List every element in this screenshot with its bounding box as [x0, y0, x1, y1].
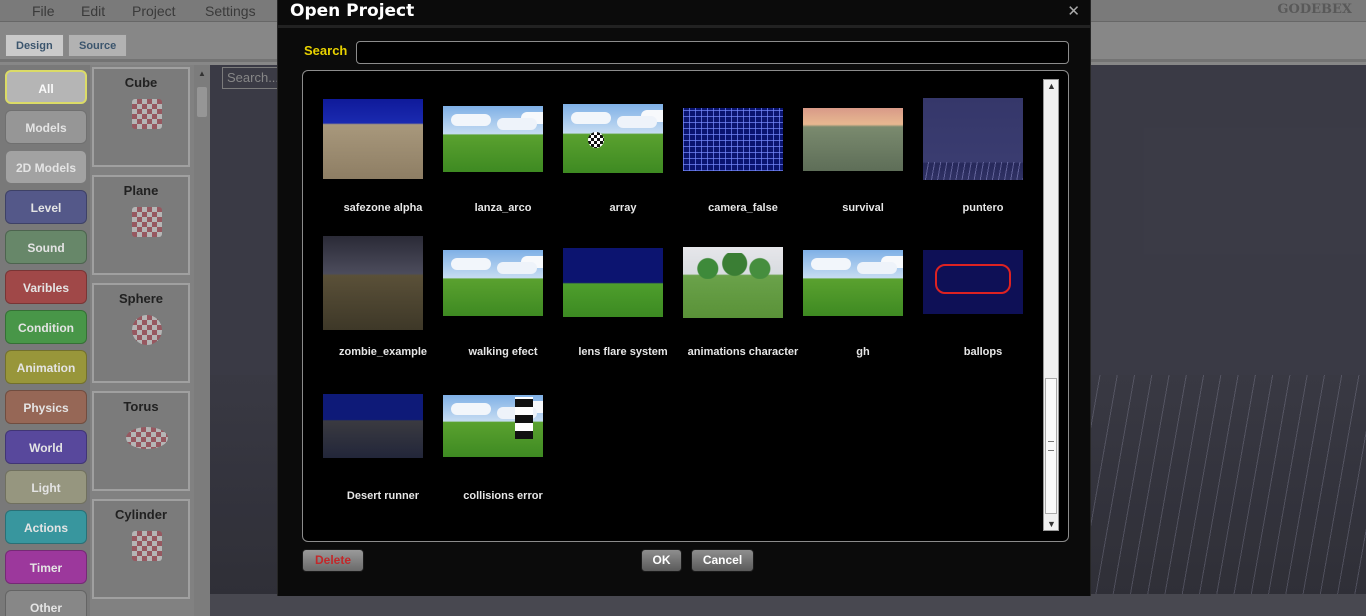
project-grid-scrollbar[interactable]: ▲ ▼ [1043, 79, 1059, 531]
checker-ball-icon [588, 132, 604, 148]
open-project-dialog: Open Project ✕ Search safezone alpha lanz… [277, 0, 1091, 596]
project-name: animations character [687, 346, 799, 358]
project-tile[interactable]: collisions error [443, 387, 563, 527]
project-tile[interactable]: array [563, 99, 683, 239]
project-name: collisions error [463, 490, 543, 502]
project-tile[interactable]: gh [803, 243, 923, 383]
project-thumbnail [323, 99, 423, 179]
project-tile[interactable]: survival [803, 99, 923, 239]
cancel-button[interactable]: Cancel [691, 549, 754, 572]
project-name: ballops [963, 346, 1003, 358]
project-name: puntero [962, 202, 1004, 214]
project-thumbnail [563, 104, 663, 173]
scroll-up-icon[interactable]: ▲ [1047, 81, 1056, 91]
project-tile[interactable]: ballops [923, 243, 1043, 383]
project-thumbnail [323, 236, 423, 330]
scroll-down-icon[interactable]: ▼ [1047, 519, 1056, 529]
project-name: lens flare system [578, 346, 668, 358]
project-name: zombie_example [338, 346, 428, 358]
project-tile[interactable]: zombie_example [323, 236, 443, 383]
project-thumbnail [443, 250, 543, 316]
project-thumbnail [443, 395, 543, 457]
checker-pole-icon [515, 397, 533, 439]
project-thumbnail [803, 108, 903, 171]
project-thumbnail [683, 247, 783, 318]
project-search-input[interactable] [356, 41, 1069, 64]
project-thumbnail [683, 108, 783, 171]
project-thumbnail [923, 250, 1023, 314]
project-grid: safezone alpha lanza_arco array camera_fals… [302, 70, 1069, 542]
title-divider [278, 25, 1090, 28]
trees-icon [691, 253, 775, 279]
project-name: Desert runner [346, 490, 420, 502]
ok-button[interactable]: OK [641, 549, 682, 572]
grip-icon [1048, 441, 1054, 451]
project-name: walking efect [468, 346, 538, 358]
hud-panel-icon [935, 264, 1011, 294]
delete-button[interactable]: Delete [302, 549, 364, 572]
project-tile[interactable]: lens flare system [563, 243, 683, 383]
project-name: gh [856, 346, 870, 358]
project-tile[interactable]: Desert runner [323, 387, 443, 527]
project-name: array [609, 202, 637, 214]
project-tile[interactable]: animations character [683, 243, 803, 383]
project-thumbnail [323, 394, 423, 458]
close-icon[interactable]: ✕ [1067, 2, 1080, 20]
project-tile[interactable]: camera_false [683, 99, 803, 239]
project-tile[interactable]: lanza_arco [443, 99, 563, 239]
project-name: lanza_arco [474, 202, 532, 214]
project-thumbnail [443, 106, 543, 172]
project-name: safezone alpha [343, 202, 423, 214]
project-name: camera_false [708, 202, 778, 214]
project-thumbnail [803, 250, 903, 316]
search-label: Search [304, 43, 348, 58]
scroll-thumb[interactable] [1045, 378, 1057, 514]
project-tile[interactable]: safezone alpha [323, 99, 443, 239]
project-thumbnail [563, 248, 663, 317]
project-thumbnail [923, 98, 1023, 180]
project-tile[interactable]: walking efect [443, 243, 563, 383]
project-tile[interactable]: puntero [923, 98, 1043, 239]
dialog-title: Open Project [290, 1, 415, 21]
project-name: survival [842, 202, 884, 214]
